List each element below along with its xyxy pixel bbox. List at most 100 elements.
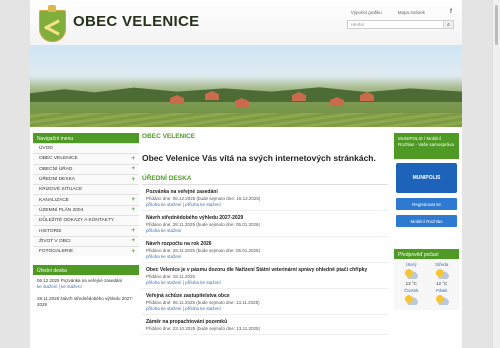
- partly-cloudy-icon: [434, 295, 449, 305]
- news-link[interactable]: ke stažení | ke stažení: [37, 284, 82, 289]
- notice-date: Přidáno dne: 06.12.2025 (bude sejmuto dn…: [146, 196, 261, 201]
- notice-item: Návrh střednědobého výhledu 2027-2029 Při…: [142, 211, 388, 237]
- nav-item-label: KANALIZACE: [39, 197, 69, 203]
- nav-item[interactable]: ŽIVOT V OBCI +: [33, 235, 139, 246]
- nav-item[interactable]: KRIZOVÉ SITUACE: [33, 184, 139, 195]
- section-title: ÚŘEDNÍ DESKA: [142, 175, 388, 185]
- nav-item-label: ÚVOD: [39, 146, 53, 152]
- register-button[interactable]: Registrovat se: [396, 198, 457, 210]
- top-link-graphics[interactable]: Výpočet grafiku: [351, 10, 382, 15]
- notice-date: Přidáno dne: 28.11.2025 (bude sejmuto dn…: [146, 248, 261, 253]
- nav-item-label: ÚZEMNÍ PLÁN 2004: [39, 207, 84, 213]
- partly-cloudy-icon: [404, 295, 419, 305]
- weather-temp: 13 °C: [405, 281, 417, 286]
- notice-attachments[interactable]: příloha ke stažení | příloha ke stažení: [146, 306, 388, 311]
- expand-plus-icon[interactable]: +: [131, 177, 135, 183]
- weather-day: Středa 12 °C: [428, 262, 457, 286]
- nav-item[interactable]: KANALIZACE +: [33, 194, 139, 205]
- nav-item[interactable]: DŮLEŽITÉ ODKAZY A KONTAKTY: [33, 215, 139, 226]
- notice-date: Přidáno dne: 19.11.2025: [146, 274, 195, 279]
- notice-date: Přidáno dne: 23.10.2025 (bude sejmuto dn…: [146, 326, 261, 331]
- weather-temp: 12 °C: [436, 281, 448, 286]
- nav-item-label: FOTOGALERIE: [39, 249, 74, 255]
- notice-title[interactable]: Pozvánka na veřejné zasedání: [146, 189, 388, 195]
- notice-title[interactable]: Veřejná schůze zastupitelstva obce: [146, 293, 388, 299]
- weather-day-label: Středa: [435, 262, 449, 267]
- nav-item-label: ŽIVOT V OBCI: [39, 238, 71, 244]
- hero-village-photo: [30, 45, 462, 127]
- notice-title[interactable]: Návrh rozpočtu na rok 2026: [146, 241, 388, 247]
- notice-item: Pozvánka na veřejné zasedání Přidáno dne:…: [142, 185, 388, 211]
- news-box: Úřední deska 06.12.2025 Pozvánka na veře…: [33, 265, 139, 311]
- weather-title: Předpověď počasí: [394, 249, 459, 259]
- notice-item: Záměr na propachtování pozemků Přidáno dn…: [142, 315, 388, 335]
- nav-item[interactable]: FOTOGALERIE +: [33, 245, 139, 257]
- nav-item[interactable]: ÚZEMNÍ PLÁN 2004 +: [33, 204, 139, 216]
- news-item[interactable]: 28.11.2025 Návrh střednědobého výhledu 2…: [33, 293, 139, 311]
- weather-day-label: Čtvrtek: [404, 288, 419, 293]
- partly-cloudy-icon: [404, 269, 419, 279]
- munipolis-title: MUNIPOLIS / Mobilní Rozhlas - Vaše samos…: [394, 133, 459, 159]
- left-column: Navigační menu ÚVOD OBEC VELENICE + OBECNÍ …: [33, 133, 139, 348]
- expand-plus-icon[interactable]: +: [131, 238, 135, 244]
- nav-item-label: OBEC VELENICE: [39, 156, 78, 162]
- search-box[interactable]: Hledat ⌕: [347, 20, 454, 29]
- main-content: OBEC VELENICE Obec Velenice Vás vítá na …: [142, 133, 388, 348]
- nav-item-label: ÚŘEDNÍ DESKA: [39, 177, 75, 183]
- top-links: Výpočet grafiku Mapa stránek: [351, 10, 425, 15]
- weather-day: Pátek: [428, 288, 457, 307]
- munipolis-logo[interactable]: MUNIPOLIS: [396, 163, 457, 193]
- notice-item: Veřejná schůze zastupitelstva obce Přidán…: [142, 289, 388, 315]
- top-link-sitemap[interactable]: Mapa stránek: [398, 10, 425, 15]
- notice-date: Přidáno dne: 28.11.2025 (bude sejmuto dn…: [146, 222, 261, 227]
- news-box-title: Úřední deska: [33, 265, 139, 276]
- weather-box: Předpověď počasí Úterý 13 °C Středa 12 °C Čt…: [394, 249, 459, 310]
- notice-title[interactable]: Záměr na propachtování pozemků: [146, 319, 388, 325]
- page-scrollbar[interactable]: [492, 0, 500, 348]
- nav-item-label: HISTORIE: [39, 228, 62, 234]
- notice-attachments[interactable]: příloha ke stažení: [146, 254, 388, 259]
- expand-plus-icon[interactable]: +: [131, 197, 135, 203]
- weather-day: Úterý 13 °C: [397, 262, 426, 286]
- search-icon[interactable]: ⌕: [443, 21, 453, 28]
- site-title[interactable]: OBEC VELENICE: [73, 13, 199, 30]
- nav-item-label: OBECNÍ ÚŘAD: [39, 166, 73, 172]
- notice-title[interactable]: Obec Velenice je v pásmu dozoru dle Naří…: [146, 267, 388, 273]
- mobile-radio-button[interactable]: Mobilní Rozhlas: [396, 215, 457, 227]
- nav-item-label: DŮLEŽITÉ ODKAZY A KONTAKTY: [39, 218, 114, 224]
- weather-day: Čtvrtek: [397, 288, 426, 307]
- nav-item[interactable]: OBECNÍ ÚŘAD +: [33, 163, 139, 174]
- partly-cloudy-icon: [434, 269, 449, 279]
- notice-item: Obec Velenice je v pásmu dozoru dle Naří…: [142, 263, 388, 289]
- notice-item: Návrh rozpočtu na rok 2026 Přidáno dne: 2…: [142, 237, 388, 263]
- nav-menu-title: Navigační menu: [33, 133, 139, 143]
- search-input[interactable]: Hledat: [348, 22, 443, 27]
- weather-day-label: Pátek: [435, 288, 448, 293]
- right-column: MUNIPOLIS / Mobilní Rozhlas - Vaše samos…: [394, 133, 459, 348]
- notice-attachments[interactable]: příloha ke stažení | příloha ke stažení: [146, 202, 388, 207]
- nav-menu: ÚVOD OBEC VELENICE + OBECNÍ ÚŘAD + ÚŘEDNÍ DES…: [33, 143, 139, 257]
- expand-plus-icon[interactable]: +: [131, 249, 135, 255]
- notice-attachments[interactable]: příloha ke stažení: [146, 228, 388, 233]
- news-item[interactable]: 06.12.2025 Pozvánka na veřejné zasedání …: [33, 275, 139, 293]
- nav-item-label: KRIZOVÉ SITUACE: [39, 187, 83, 193]
- weather-grid: Úterý 13 °C Středa 12 °C Čtvrtek Pátek: [394, 259, 459, 310]
- breadcrumb[interactable]: OBEC VELENICE: [142, 133, 388, 142]
- coat-of-arms-logo[interactable]: [39, 5, 66, 42]
- notice-date: Přidáno dne: 06.11.2025 (bude sejmuto dn…: [146, 300, 260, 305]
- facebook-icon[interactable]: f: [450, 9, 452, 15]
- expand-plus-icon[interactable]: +: [131, 166, 135, 172]
- nav-item[interactable]: ÚVOD: [33, 143, 139, 154]
- munipolis-widget: MUNIPOLIS Registrovat se Mobilní Rozhlas: [394, 159, 459, 244]
- expand-plus-icon[interactable]: +: [131, 207, 135, 213]
- page-title: Obec Velenice Vás vítá na svých internet…: [142, 153, 376, 163]
- nav-item[interactable]: OBEC VELENICE +: [33, 153, 139, 164]
- notice-attachments[interactable]: příloha ke stažení | příloha ke stažení: [146, 280, 388, 285]
- weather-day-label: Úterý: [405, 262, 417, 267]
- nav-item[interactable]: ÚŘEDNÍ DESKA +: [33, 173, 139, 185]
- expand-plus-icon[interactable]: +: [131, 156, 135, 162]
- nav-item[interactable]: HISTORIE +: [33, 225, 139, 236]
- header: OBEC VELENICE Výpočet grafiku Mapa strán…: [30, 0, 462, 45]
- expand-plus-icon[interactable]: +: [131, 228, 135, 234]
- notice-title[interactable]: Návrh střednědobého výhledu 2027-2029: [146, 215, 388, 221]
